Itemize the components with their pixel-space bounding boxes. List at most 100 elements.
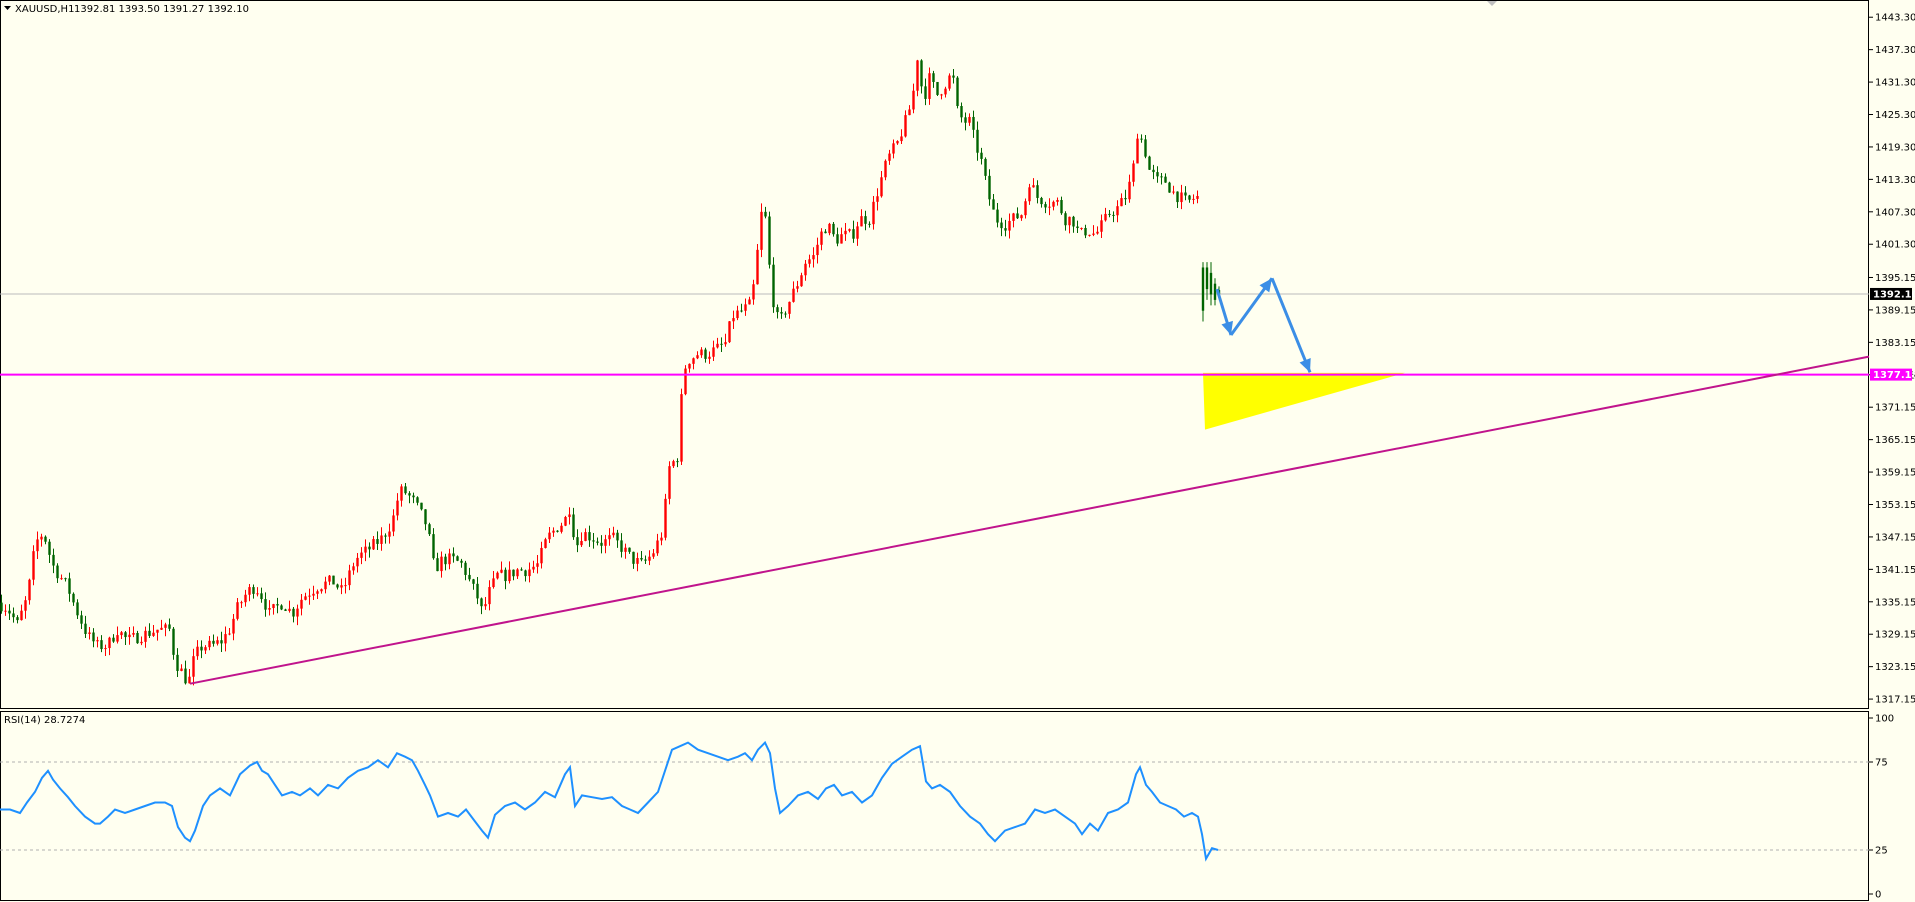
candle-body xyxy=(824,231,827,234)
candle-body xyxy=(1205,267,1209,290)
candle-body xyxy=(1040,197,1043,205)
candle-body xyxy=(992,199,995,210)
candle-body xyxy=(1044,204,1047,208)
candle-body xyxy=(624,547,627,552)
candle-body xyxy=(136,632,139,644)
chart-background xyxy=(0,0,1915,902)
candle-body xyxy=(1160,176,1163,178)
candle-body xyxy=(464,562,467,575)
candle-body xyxy=(44,536,47,542)
candle-body xyxy=(636,558,639,564)
candle-body xyxy=(140,641,143,644)
candle-body xyxy=(104,648,107,650)
candle-body xyxy=(312,593,315,596)
price-tick-label: 1323.15 xyxy=(1875,662,1915,673)
candle-body xyxy=(600,542,603,546)
candle-body xyxy=(196,646,199,657)
candle-body xyxy=(52,554,55,566)
candle-body xyxy=(132,632,135,635)
chart-canvas[interactable]: XAUUSD,H1 1392.81 1393.50 1391.27 1392.1… xyxy=(0,0,1915,902)
candle-body xyxy=(1164,176,1167,183)
candle-body xyxy=(964,117,967,123)
candle-body xyxy=(160,627,163,630)
candle-body xyxy=(20,610,23,621)
candle-body xyxy=(468,574,471,580)
candle-body xyxy=(272,604,275,609)
candle-body xyxy=(868,223,871,225)
candle-body xyxy=(252,587,255,594)
candle-body xyxy=(1209,272,1213,295)
candle-body xyxy=(952,75,955,78)
candle-body xyxy=(876,196,879,202)
candle-body xyxy=(16,617,19,621)
candle-body xyxy=(124,632,127,638)
candle-body xyxy=(112,637,115,642)
rsi-tick-label: 25 xyxy=(1875,846,1888,857)
candle-body xyxy=(832,223,835,235)
candle-body xyxy=(248,587,251,595)
candle-body xyxy=(1068,216,1071,226)
candle-body xyxy=(496,572,499,579)
price-tick-label: 1347.15 xyxy=(1875,532,1915,543)
candle-body xyxy=(672,461,675,467)
price-tick-label: 1359.15 xyxy=(1875,468,1915,479)
candle-body xyxy=(1056,200,1059,202)
candle-body xyxy=(1140,138,1143,140)
price-tick-label: 1317.15 xyxy=(1875,695,1915,706)
candle-body xyxy=(788,301,791,314)
candle-body xyxy=(944,88,947,95)
candle-body xyxy=(1032,185,1035,188)
candle-body xyxy=(580,540,583,546)
candle-body xyxy=(1213,283,1217,300)
candle-body xyxy=(656,540,659,554)
candle-body xyxy=(264,599,267,610)
candle-body xyxy=(56,565,59,579)
candle-body xyxy=(544,539,547,548)
price-tick-label: 1413.30 xyxy=(1875,175,1915,186)
candle-body xyxy=(556,530,559,532)
candle-body xyxy=(860,216,863,227)
candle-body xyxy=(1084,227,1087,236)
candle-body xyxy=(172,628,175,655)
price-tick-label: 1401.30 xyxy=(1875,240,1915,251)
candle-body xyxy=(184,668,187,684)
candle-body xyxy=(364,546,367,553)
candle-body xyxy=(1048,206,1051,208)
candle-body xyxy=(1112,214,1115,216)
candle-body xyxy=(808,259,811,264)
candle-body xyxy=(1156,172,1159,177)
candle-body xyxy=(528,569,531,577)
candle-body xyxy=(888,153,891,161)
candle-body xyxy=(456,556,459,561)
price-tick-label: 1341.15 xyxy=(1875,565,1915,576)
candle-body xyxy=(776,307,779,313)
candle-body xyxy=(276,604,279,606)
candle-body xyxy=(428,524,431,535)
candle-body xyxy=(176,654,179,671)
candle-body xyxy=(1201,267,1205,311)
candle-body xyxy=(340,585,343,588)
candle-body xyxy=(120,632,123,636)
candle-body xyxy=(220,640,223,644)
candle-body xyxy=(536,563,539,567)
candle-body xyxy=(988,175,991,200)
candle-body xyxy=(872,201,875,225)
candle-body xyxy=(960,106,963,118)
candle-body xyxy=(576,537,579,546)
candle-body xyxy=(164,624,167,628)
candle-body xyxy=(1016,213,1019,219)
price-tick-label: 1437.30 xyxy=(1875,45,1915,56)
candle-body xyxy=(396,500,399,516)
price-tick-label: 1425.30 xyxy=(1875,110,1915,121)
candle-body xyxy=(884,160,887,178)
price-tick-label: 1383.15 xyxy=(1875,338,1915,349)
candle-body xyxy=(688,363,691,369)
candle-body xyxy=(532,566,535,570)
candle-body xyxy=(924,86,927,99)
candle-body xyxy=(308,595,311,597)
candle-body xyxy=(436,558,439,572)
candle-body xyxy=(128,634,131,638)
candle-body xyxy=(368,546,371,550)
candle-body xyxy=(640,558,643,560)
candle-body xyxy=(1128,181,1131,200)
